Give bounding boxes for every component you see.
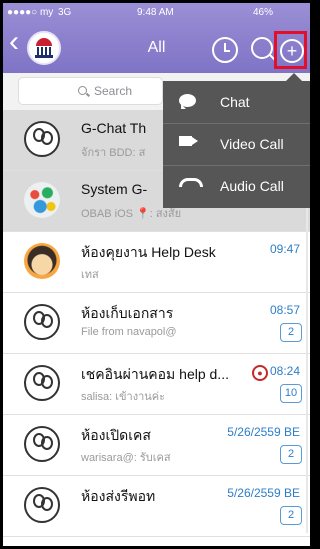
chat-time: 08:24 [269, 364, 300, 378]
chat-preview: เทส [81, 269, 99, 281]
chat-preview: salisa: เข้างานค่ะ [81, 391, 166, 403]
status-bar: ●●●●○ my 3G 9:48 AM 46% [3, 3, 310, 21]
group-avatar-icon [24, 426, 60, 462]
group-avatar-icon [24, 487, 60, 523]
status-time: 9:48 AM [137, 7, 174, 18]
menu-item-chat[interactable]: Chat [163, 81, 310, 124]
chat-row[interactable]: เชคอินผ่านคอม help d... salisa: เข้างานค… [3, 354, 310, 415]
chat-bubble-icon [179, 94, 196, 109]
phone-icon [179, 178, 203, 187]
group-avatar-icon [24, 121, 60, 157]
chat-time: 5/26/2559 BE [227, 486, 300, 500]
menu-item-label: Chat [220, 94, 250, 110]
network-type: 3G [58, 7, 72, 18]
chat-time: 09:47 [269, 242, 300, 256]
unread-badge: 2 [280, 445, 302, 464]
chat-name: System G- [81, 181, 148, 197]
new-conversation-menu: Chat Video Call Audio Call [163, 73, 310, 208]
search-icon[interactable] [251, 37, 276, 61]
app-frame: ●●●●○ my 3G 9:48 AM 46% ‹ All + Search G… [3, 3, 310, 546]
chat-name: ห้องเปิดเคส [81, 427, 151, 443]
clock-icon[interactable] [212, 37, 238, 63]
location-pin-icon: ● [252, 365, 268, 381]
chat-row[interactable]: ห้องเก็บเอกสาร File from navapol@ 08:57 … [3, 293, 310, 354]
menu-item-audio-call[interactable]: Audio Call [163, 165, 310, 207]
popup-arrow [286, 73, 302, 81]
clock-minute-hand [224, 50, 230, 52]
group-avatar-icon [24, 365, 60, 401]
search-field-icon [78, 86, 87, 95]
menu-item-label: Audio Call [220, 178, 284, 194]
chat-row[interactable]: ห้องคุยงาน Help Desk เทส 09:47 [3, 232, 310, 293]
chat-name: ห้องส่งรีพอท [81, 488, 156, 504]
unread-badge: 2 [280, 506, 302, 525]
video-camera-icon [179, 136, 198, 146]
add-button-highlight[interactable]: + [274, 31, 307, 69]
app-header: ●●●●○ my 3G 9:48 AM 46% ‹ All + [3, 3, 310, 73]
menu-item-label: Video Call [220, 136, 284, 152]
chat-row[interactable]: ห้องส่งรีพอท 5/26/2559 BE 2 [3, 476, 310, 537]
menu-item-video-call[interactable]: Video Call [163, 123, 310, 166]
chat-preview: warisara@: รับเคส [81, 452, 171, 464]
search-placeholder: Search [94, 84, 133, 98]
navigation-bar: ‹ All + [3, 23, 310, 73]
unread-badge: 2 [280, 323, 302, 342]
chat-row[interactable]: ห้องเปิดเคส warisara@: รับเคส 5/26/2559 … [3, 415, 310, 476]
unread-badge: 10 [280, 384, 302, 403]
chat-time: 5/26/2559 BE [227, 425, 300, 439]
colorful-avatar [24, 182, 60, 218]
chat-name: เชคอินผ่านคอม help d... [81, 366, 229, 382]
chat-time: 08:57 [269, 303, 300, 317]
chat-name: ห้องคุยงาน Help Desk [81, 244, 216, 260]
group-avatar-icon [24, 304, 60, 340]
chat-preview: จักรา BDD: ส [81, 147, 146, 159]
cartoon-avatar [24, 243, 60, 279]
plus-icon[interactable]: + [280, 39, 304, 63]
battery-percent: 46% [253, 7, 274, 18]
chat-name: ห้องเก็บเอกสาร [81, 305, 174, 321]
chat-preview: File from navapol@ [81, 326, 177, 338]
chat-name: G-Chat Th [81, 120, 147, 136]
carrier-signal: ●●●●○ my [7, 7, 54, 18]
search-input[interactable]: Search [18, 77, 163, 105]
